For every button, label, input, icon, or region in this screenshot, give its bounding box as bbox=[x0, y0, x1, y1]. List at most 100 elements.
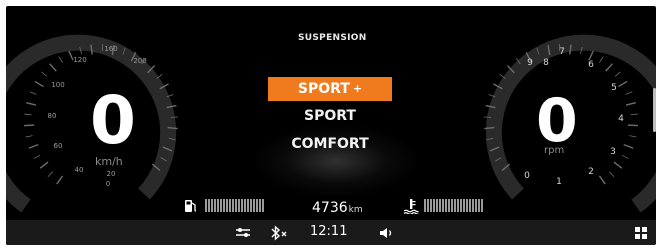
dial-tick bbox=[26, 102, 37, 106]
dial-tick bbox=[599, 56, 604, 63]
speedo-tick-label-100: 100 bbox=[51, 81, 64, 89]
speedometer-arc bbox=[6, 34, 177, 213]
coolant-temperature-bar bbox=[424, 199, 483, 212]
suspension-mode-sport[interactable]: SPORT bbox=[268, 104, 392, 128]
coolant-temperature-icon bbox=[403, 199, 419, 214]
bar-segment bbox=[253, 199, 255, 212]
bar-segment bbox=[454, 199, 456, 212]
bar-segment bbox=[433, 199, 435, 212]
dial-tick bbox=[56, 175, 64, 185]
apps-grid-icon[interactable] bbox=[634, 226, 648, 240]
tacho-tick-label-7: 7 bbox=[559, 47, 565, 57]
dial-tick bbox=[24, 124, 35, 127]
bar-segment bbox=[259, 199, 261, 212]
bluetooth-off-icon[interactable] bbox=[270, 225, 290, 241]
odometer: 4736km bbox=[312, 200, 363, 216]
bar-segment bbox=[460, 199, 462, 212]
speedo-tick-label-200: 200 bbox=[133, 57, 146, 65]
bar-segment bbox=[256, 199, 258, 212]
bar-segment bbox=[223, 199, 225, 212]
tacho-tick-label-3: 3 bbox=[610, 147, 616, 157]
dial-tick bbox=[484, 126, 495, 130]
dial-tick bbox=[625, 102, 636, 106]
rpm-unit: rpm bbox=[544, 145, 565, 156]
bar-segment bbox=[229, 199, 231, 212]
dial-tick bbox=[58, 56, 63, 63]
bar-segment bbox=[478, 199, 480, 212]
tacho-tick-label-1: 1 bbox=[556, 177, 562, 187]
bar-segment bbox=[247, 199, 249, 212]
bar-segment bbox=[481, 199, 483, 212]
dial-tick bbox=[613, 161, 623, 169]
clock: 12:11 bbox=[310, 224, 348, 239]
speedo-tick-label-80: 80 bbox=[48, 112, 57, 120]
dial-tick bbox=[625, 91, 633, 95]
tacho-tick-label-5: 5 bbox=[611, 83, 617, 93]
rpm-value: 0 bbox=[536, 86, 578, 156]
bar-segment bbox=[238, 199, 240, 212]
tacho-tick-label-9: 9 bbox=[527, 58, 533, 68]
bar-segment bbox=[217, 199, 219, 212]
tacho-tick-label-0: 0 bbox=[524, 171, 530, 181]
bar-segment bbox=[445, 199, 447, 212]
dial-tick bbox=[621, 154, 629, 159]
bar-segment bbox=[241, 199, 243, 212]
speedo-tick-label-20: 20 bbox=[107, 170, 116, 178]
bar-segment bbox=[436, 199, 438, 212]
bar-segment bbox=[214, 199, 216, 212]
bar-segment bbox=[211, 199, 213, 212]
fuel-pump-icon bbox=[185, 200, 197, 212]
odometer-value: 4736 bbox=[312, 200, 348, 216]
bar-segment bbox=[475, 199, 477, 212]
dial-tick bbox=[49, 63, 57, 72]
bar-segment bbox=[205, 199, 207, 212]
speed-value: 0 bbox=[90, 82, 136, 159]
tacho-tick-label-2: 2 bbox=[588, 167, 594, 177]
bar-segment bbox=[469, 199, 471, 212]
bar-segment bbox=[250, 199, 252, 212]
speedo-tick-label-120: 120 bbox=[73, 56, 86, 64]
dial-tick bbox=[29, 91, 37, 95]
dial-tick bbox=[24, 113, 32, 116]
bar-segment bbox=[439, 199, 441, 212]
dial-tick bbox=[28, 143, 39, 149]
dial-tick bbox=[605, 63, 613, 72]
speed-unit: km/h bbox=[95, 155, 123, 168]
mode-plus-suffix: + bbox=[352, 82, 363, 95]
driver-assist-icon[interactable] bbox=[235, 226, 251, 240]
bar-segment bbox=[472, 199, 474, 212]
mode-label: SPORT bbox=[297, 81, 350, 97]
bar-segment bbox=[457, 199, 459, 212]
speedo-tick-label-160: 160 bbox=[104, 45, 117, 53]
bar-segment bbox=[442, 199, 444, 212]
dial-tick bbox=[629, 135, 637, 138]
bar-segment bbox=[448, 199, 450, 212]
bar-segment bbox=[451, 199, 453, 212]
dial-tick bbox=[25, 135, 33, 138]
tacho-tick-label-8: 8 bbox=[543, 58, 549, 68]
dial-tick bbox=[39, 161, 49, 169]
suspension-mode-comfort[interactable]: COMFORT bbox=[268, 132, 392, 156]
fuel-level-bar bbox=[205, 199, 264, 212]
suspension-title: SUSPENSION bbox=[298, 33, 367, 43]
dial-tick bbox=[167, 126, 178, 130]
tacho-tick-label-6: 6 bbox=[588, 60, 594, 70]
suspension-mode-sport-plus[interactable]: SPORT + bbox=[268, 77, 392, 101]
dial-tick bbox=[33, 154, 41, 159]
bar-segment bbox=[220, 199, 222, 212]
dial-tick bbox=[41, 71, 48, 77]
bar-segment bbox=[232, 199, 234, 212]
dial-tick bbox=[608, 171, 615, 178]
dial-tick bbox=[618, 80, 628, 88]
bar-segment bbox=[235, 199, 237, 212]
bar-segment bbox=[244, 199, 246, 212]
dial-tick bbox=[623, 143, 634, 149]
dial-tick bbox=[34, 80, 44, 88]
bar-segment bbox=[430, 199, 432, 212]
volume-icon[interactable] bbox=[379, 226, 395, 240]
speedo-tick-label-0: 0 bbox=[106, 180, 110, 188]
scroll-indicator bbox=[653, 88, 656, 132]
dial-tick bbox=[47, 171, 54, 178]
dial-tick bbox=[588, 50, 594, 61]
instrument-cluster-screen: 0 20 40 60 80 100 120 160 200 0 km/h 0 1… bbox=[6, 6, 656, 245]
